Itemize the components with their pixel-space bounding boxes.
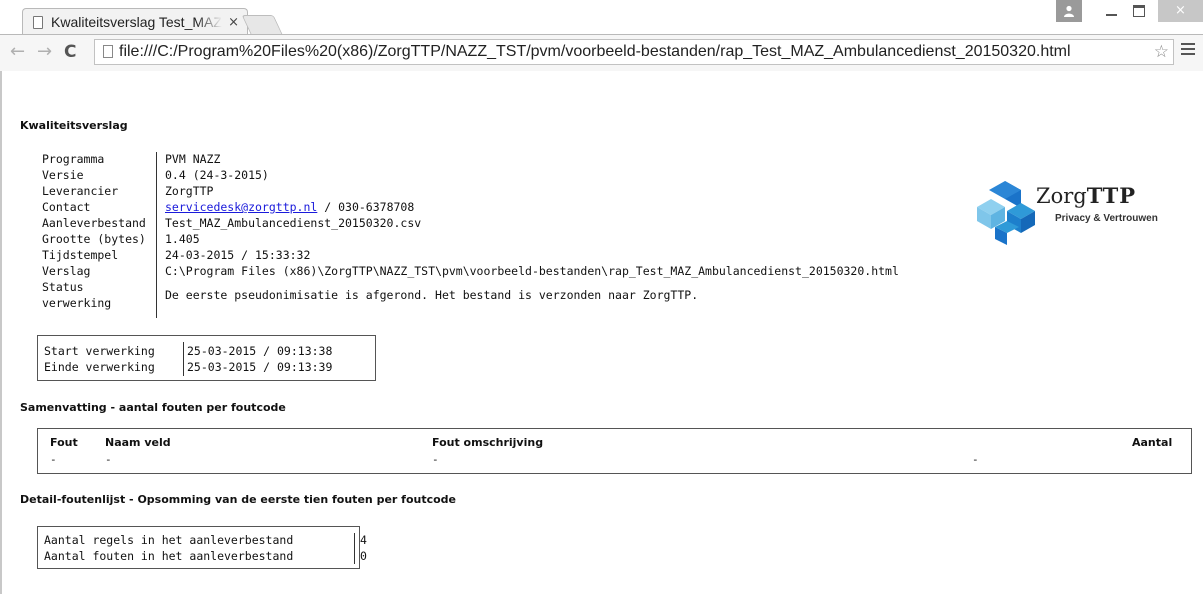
start-label: Start verwerking [44,344,155,358]
hamburger-menu-icon[interactable] [1181,43,1195,58]
tab-close-icon[interactable]: × [228,16,239,29]
col-aantal: Aantal [1132,436,1173,449]
document-icon [33,15,43,29]
cell-fout: - [50,453,57,466]
counts-table: Aantal regels in het aanleverbestand 4 A… [37,526,367,569]
count-regels-label: Aantal regels in het aanleverbestand [44,533,294,547]
col-omschrijving: Fout omschrijving [432,436,544,449]
user-profile-button[interactable] [1056,0,1082,22]
forward-arrow-icon[interactable]: → [37,42,52,62]
info-divider [156,152,157,318]
zorgttp-logo: ZorgTTP Privacy & Vertrouwen [977,181,1177,245]
report-title: Kwaliteitsverslag [20,119,128,132]
cell-aantal: - [972,453,979,466]
back-arrow-icon[interactable]: ← [10,42,25,62]
window-close-button[interactable]: × [1158,0,1203,22]
summary-table: Fout Naam veld Fout omschrijving Aantal … [37,428,1192,474]
col-naam-veld: Naam veld [105,436,171,449]
detail-title: Detail-foutenlijst - Opsomming van de ee… [20,493,456,506]
user-icon [1064,5,1074,17]
logo-cubes-icon [977,181,1035,245]
end-label: Einde verwerking [44,360,155,374]
browser-toolbar: ← → C file:///C:/Program%20Files%20(x86)… [0,34,1203,72]
start-value: 25-03-2015 / 09:13:38 [187,344,333,358]
page-file-icon [103,45,113,58]
cell-omschrijving: - [432,453,439,466]
summary-title: Samenvatting - aantal fouten per foutcod… [20,401,286,414]
count-regels-value: 4 [360,533,367,547]
address-bar[interactable]: file:///C:/Program%20Files%20(x86)/ZorgT… [94,39,1174,65]
reload-icon[interactable]: C [64,42,76,62]
tab-title: Kwaliteitsverslag Test_MAZ_Ambulancedien… [51,14,222,30]
count-fouten-value: 0 [360,549,367,563]
maximize-button[interactable] [1126,0,1152,22]
cell-naam: - [105,453,112,466]
browser-tab[interactable]: Kwaliteitsverslag Test_MAZ_Ambulancedien… [22,8,248,35]
browser-titlebar: Kwaliteitsverslag Test_MAZ_Ambulancedien… [0,0,1203,35]
minimize-button[interactable] [1098,0,1124,22]
page-content: Kwaliteitsverslag Programma PVM NAZZ Vers… [0,71,1203,594]
url-text[interactable]: file:///C:/Program%20Files%20(x86)/ZorgT… [119,43,1147,61]
end-value: 25-03-2015 / 09:13:39 [187,360,333,374]
logo-tagline: Privacy & Vertrouwen [1055,213,1158,224]
contact-email-link[interactable]: servicedesk@zorgttp.nl [165,200,317,214]
count-fouten-label: Aantal fouten in het aanleverbestand [44,549,294,563]
logo-brand-text: ZorgTTP [1036,183,1137,208]
timing-table: Start verwerking 25-03-2015 / 09:13:38 E… [37,335,376,381]
col-fout: Fout [50,436,78,449]
bookmark-star-icon[interactable]: ☆ [1154,42,1169,62]
